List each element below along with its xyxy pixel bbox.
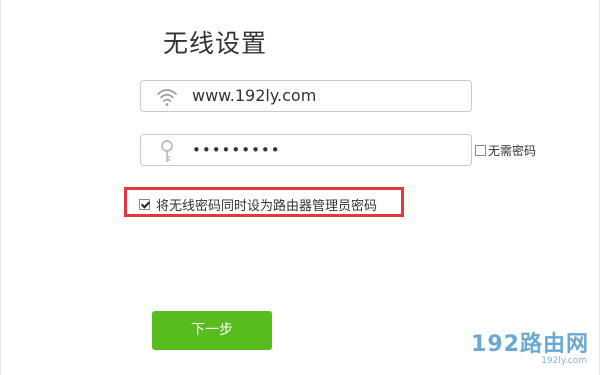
wireless-name-field[interactable]: www.192ly.com	[140, 80, 472, 112]
wifi-icon	[156, 86, 178, 108]
sync-admin-password-checkbox[interactable]	[139, 199, 150, 210]
sync-admin-password-label: 将无线密码同时设为路由器管理员密码	[156, 199, 378, 214]
no-password-label: 无需密码	[488, 144, 537, 158]
wireless-password-value[interactable]: •••••••••	[192, 135, 281, 165]
wireless-password-field[interactable]: •••••••••	[140, 134, 472, 166]
watermark-main: 192路由网	[471, 332, 589, 357]
watermark-domain: 192ly.com	[541, 356, 587, 366]
no-password-checkbox[interactable]	[475, 145, 486, 156]
no-password-option[interactable]: 无需密码	[475, 142, 536, 159]
key-icon	[156, 140, 178, 162]
next-button[interactable]: 下一步	[152, 311, 272, 350]
sync-admin-password-option[interactable]: 将无线密码同时设为路由器管理员密码	[139, 195, 377, 214]
wireless-name-value[interactable]: www.192ly.com	[192, 81, 316, 111]
page-title: 无线设置	[163, 29, 268, 58]
watermark: 192路由网 192ly.com	[471, 332, 589, 367]
